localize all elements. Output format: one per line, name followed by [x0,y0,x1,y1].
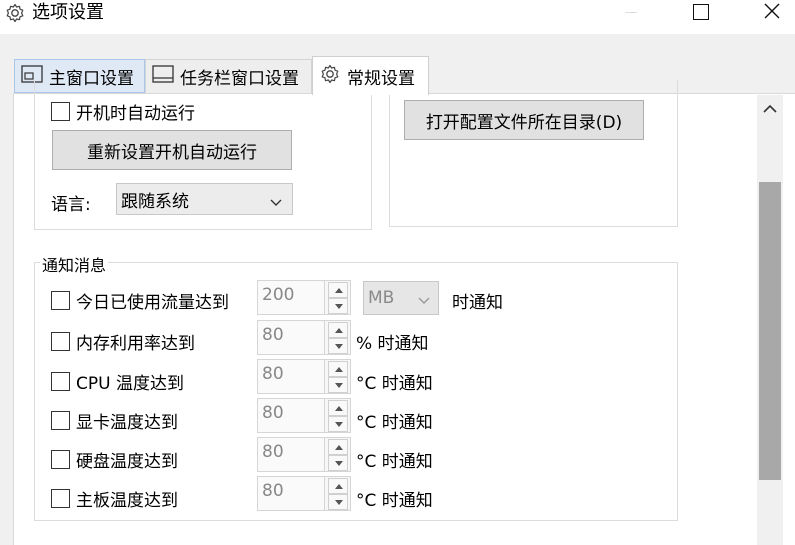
notify-memory-checkbox-row[interactable]: 内存利用率达到 [51,329,195,354]
close-icon[interactable] [749,0,795,26]
stepper-down-icon[interactable] [328,455,348,471]
disk-temp-value-field[interactable]: 80 [257,437,325,472]
title-bar: 选项设置 [0,0,795,34]
notify-traffic-label: 今日已使用流量达到 [76,293,229,313]
stepper-arrows [325,437,351,472]
notify-traffic-checkbox[interactable] [51,291,70,310]
scroll-up-icon[interactable] [757,95,783,123]
chevron-down-icon [418,291,430,304]
stepper-up-icon[interactable] [328,282,348,298]
notify-disk-temp-checkbox[interactable] [51,450,70,469]
stepper-down-icon[interactable] [328,377,348,393]
memory-value-field[interactable]: 80 [257,320,325,355]
stepper-arrows [325,280,351,315]
notify-gpu-temp-suffix: °C 时通知 [356,413,433,433]
traffic-unit-select[interactable]: MB [363,281,439,315]
cpu-temp-value-stepper[interactable]: 80 [257,359,351,394]
tab-label: 常规设置 [347,68,415,89]
notify-gpu-temp-label: 显卡温度达到 [76,413,178,433]
gear-icon [4,2,26,24]
memory-value-stepper[interactable]: 80 [257,320,351,355]
notify-board-temp-checkbox-row[interactable]: 主板温度达到 [51,486,178,511]
stepper-up-icon[interactable] [328,322,348,338]
stepper-down-icon[interactable] [328,338,348,354]
notify-cpu-temp-label: CPU 温度达到 [76,374,184,394]
notify-board-temp-checkbox[interactable] [51,489,70,508]
language-select[interactable]: 跟随系统 [116,183,293,215]
stepper-arrows [325,398,351,433]
disk-temp-value-stepper[interactable]: 80 [257,437,351,472]
stepper-arrows [325,320,351,355]
notify-board-temp-suffix: °C 时通知 [356,491,433,511]
stepper-down-icon[interactable] [328,416,348,432]
stepper-down-icon[interactable] [328,494,348,510]
stepper-arrows [325,476,351,511]
open-config-dir-button[interactable]: 打开配置文件所在目录(D) [404,100,644,140]
board-temp-value-field[interactable]: 80 [257,476,325,511]
language-label: 语言: [51,195,91,215]
traffic-value-stepper[interactable]: 200 [257,280,351,315]
stepper-up-icon[interactable] [328,400,348,416]
board-temp-value-stepper[interactable]: 80 [257,476,351,511]
window-title: 选项设置 [32,2,104,23]
autorun-checkbox-row[interactable]: 开机时自动运行 [51,99,195,124]
notify-cpu-temp-checkbox[interactable] [51,372,70,391]
notify-gpu-temp-checkbox-row[interactable]: 显卡温度达到 [51,408,178,433]
gpu-temp-value-field[interactable]: 80 [257,398,325,433]
stepper-arrows [325,359,351,394]
stepper-up-icon[interactable] [328,361,348,377]
vertical-scrollbar[interactable] [757,95,783,545]
notify-memory-suffix: % 时通知 [356,334,429,354]
notify-disk-temp-suffix: °C 时通知 [356,452,433,472]
autorun-checkbox[interactable] [51,102,70,121]
gear-icon [319,63,341,90]
notify-cpu-temp-suffix: °C 时通知 [356,374,433,394]
notify-cpu-temp-checkbox-row[interactable]: CPU 温度达到 [51,369,184,394]
notify-traffic-checkbox-row[interactable]: 今日已使用流量达到 [51,288,229,313]
traffic-value-field[interactable]: 200 [257,280,325,315]
minimize-icon[interactable] [612,0,658,26]
notify-gpu-temp-checkbox[interactable] [51,411,70,430]
scroll-thumb[interactable] [759,182,781,480]
chevron-down-icon [270,193,282,206]
notify-traffic-suffix: 时通知 [452,293,503,313]
notify-board-temp-label: 主板温度达到 [76,491,178,511]
stepper-down-icon[interactable] [328,298,348,314]
notify-memory-label: 内存利用率达到 [76,334,195,354]
stepper-up-icon[interactable] [328,478,348,494]
notify-disk-temp-checkbox-row[interactable]: 硬盘温度达到 [51,447,178,472]
traffic-unit-value: MB [368,288,395,308]
notification-legend: 通知消息 [40,252,109,276]
maximize-icon[interactable] [677,0,723,26]
stepper-up-icon[interactable] [328,439,348,455]
autorun-label: 开机时自动运行 [76,104,195,124]
notify-memory-checkbox[interactable] [51,332,70,351]
language-value: 跟随系统 [121,191,189,212]
reset-autorun-button[interactable]: 重新设置开机自动运行 [52,130,292,170]
notify-disk-temp-label: 硬盘温度达到 [76,452,178,472]
gpu-temp-value-stepper[interactable]: 80 [257,398,351,433]
tab-general-settings[interactable]: 常规设置 [312,56,429,95]
cpu-temp-value-field[interactable]: 80 [257,359,325,394]
